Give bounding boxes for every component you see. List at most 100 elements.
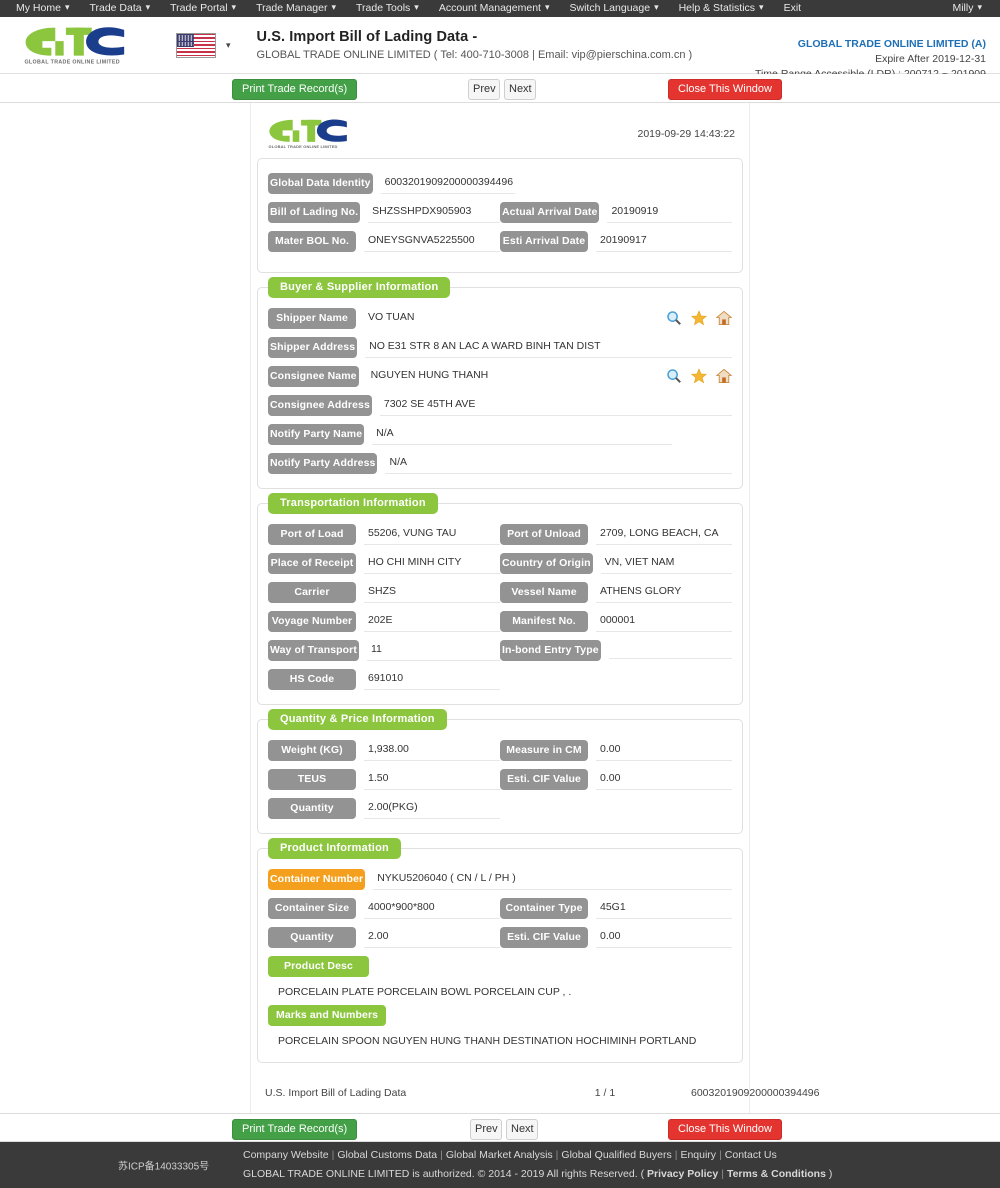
nav-item-switch-language[interactable]: Switch Language ▾ (560, 0, 669, 17)
field-label: HS Code (268, 669, 356, 690)
identity-row-gdi: Global Data Identity 6003201909200000394… (268, 173, 732, 194)
print-trade-records-button[interactable]: Print Trade Record(s) (232, 79, 358, 100)
field-carrier: Carrier SHZS (268, 582, 500, 603)
nav-item-trade-portal[interactable]: Trade Portal ▾ (160, 0, 246, 17)
identity-card: Global Data Identity 6003201909200000394… (257, 158, 743, 273)
footer-link-privacy-policy[interactable]: Privacy Policy (647, 1168, 718, 1180)
field-label: Quantity (268, 927, 356, 948)
field-label: Consignee Name (268, 366, 359, 387)
footer-links-block: Company Website | Global Customs Data | Glob… (243, 1146, 832, 1184)
nav-label: Switch Language (569, 2, 651, 14)
field-value: 20190919 (607, 202, 732, 223)
field-value: 45G1 (596, 898, 732, 919)
field-label: Esti. CIF Value (500, 927, 588, 948)
gto-logo[interactable]: GLOBAL TRADE ONLINE LIMITED (20, 24, 140, 66)
field-value: 7302 SE 45TH AVE (379, 395, 732, 416)
field-value: 4000*900*800 (364, 898, 500, 919)
page-subtitle: GLOBAL TRADE ONLINE LIMITED ( Tel: 400-7… (256, 49, 693, 61)
next-button-bottom[interactable]: Next (506, 1119, 538, 1140)
close-window-button[interactable]: Close This Window (668, 79, 782, 100)
chevron-down-icon: ▾ (231, 2, 237, 12)
field-label: Place of Receipt (268, 553, 356, 574)
home-icon[interactable] (716, 310, 732, 326)
star-icon[interactable] (691, 368, 707, 384)
chevron-down-icon[interactable]: ▾ (226, 40, 231, 51)
footer-separator: | (440, 1149, 443, 1161)
field-inbond-entry-type: In-bond Entry Type (500, 640, 732, 661)
next-button[interactable]: Next (504, 79, 536, 100)
nav-item-exit[interactable]: Exit (774, 0, 812, 17)
field-value: 000001 (596, 611, 732, 632)
nav-item-my-home[interactable]: My Home ▾ (6, 0, 79, 17)
account-name[interactable]: GLOBAL TRADE ONLINE LIMITED (A) (755, 37, 986, 52)
nav-item-trade-tools[interactable]: Trade Tools ▾ (346, 0, 429, 17)
product-desc-label-row: Product Desc (268, 956, 732, 977)
field-port-of-load: Port of Load 55206, VUNG TAU (268, 524, 500, 545)
footer-separator: | (331, 1149, 335, 1161)
footer-link-global-market-analysis[interactable]: Global Market Analysis (446, 1149, 553, 1161)
country-flag-selector[interactable]: ★★★★★★★★★★★★★★★★★★★★★★★★★★★★ ▾ (176, 32, 231, 58)
field-country-of-origin: Country of Origin VN, VIET NAM (500, 553, 732, 574)
footer-link-contact-us[interactable]: Contact Us (725, 1149, 777, 1161)
star-icon[interactable] (691, 310, 707, 326)
field-label: Container Number (268, 869, 366, 890)
flag-canton: ★★★★★★★★★★★★★★★★★★★★★★★★★★★★ (177, 33, 194, 47)
chevron-down-icon: ▾ (414, 2, 419, 12)
footer-link-global-qualified-buyers[interactable]: Global Qualified Buyers (561, 1149, 671, 1161)
nav-item-account-management[interactable]: Account Management ▾ (429, 0, 560, 17)
field-label: In-bond Entry Type (500, 640, 601, 661)
sheet-footer-page: 1 / 1 (594, 1087, 616, 1099)
field-value: VN, VIET NAM (600, 553, 732, 574)
chevron-down-icon: ▾ (331, 2, 336, 12)
footer-link-company-website[interactable]: Company Website (243, 1149, 329, 1161)
page-title: U.S. Import Bill of Lading Data - (256, 29, 478, 45)
footer-copyright-close: ) (828, 1168, 833, 1180)
action-bar-bottom: Print Trade Record(s) Prev Next Close Th… (0, 1113, 1000, 1142)
us-flag-icon[interactable]: ★★★★★★★★★★★★★★★★★★★★★★★★★★★★ (176, 32, 216, 58)
nav-item-trade-data[interactable]: Trade Data ▾ (79, 0, 160, 17)
transport-row-receipt-origin: Place of Receipt HO CHI MINH CITY Countr… (268, 553, 732, 574)
user-menu[interactable]: Milly ▾ (942, 0, 994, 17)
prev-button[interactable]: Prev (468, 79, 500, 100)
field-label: Carrier (268, 582, 356, 603)
print-trade-records-button-bottom[interactable]: Print Trade Record(s) (232, 1119, 358, 1140)
home-icon[interactable] (716, 368, 732, 384)
record-sheet: GLOBAL TRADE ONLINE LIMITED 2019-09-29 1… (250, 103, 819, 1113)
field-value: 6003201909200000394496 (380, 173, 516, 194)
nav-label: Exit (783, 2, 802, 14)
transportation-card: Transportation Information Port of Load … (257, 493, 743, 705)
footer-link-global-customs-data[interactable]: Global Customs Data (337, 1149, 437, 1161)
field-label: Container Type (500, 898, 588, 919)
field-label: Notify Party Address (268, 453, 378, 474)
field-value: N/A (385, 453, 732, 474)
field-label: Quantity (268, 798, 356, 819)
field-label: Country of Origin (500, 553, 593, 574)
marks-numbers-label-row: Marks and Numbers (268, 1005, 732, 1026)
section-title-buyer-supplier: Buyer & Supplier Information (268, 277, 451, 298)
footer-copyright-text: GLOBAL TRADE ONLINE LIMITED is authorize… (243, 1168, 645, 1180)
close-window-button-bottom[interactable]: Close This Window (668, 1119, 782, 1140)
field-weight-kg: Weight (KG) 1,938.00 (268, 740, 500, 761)
nav-item-trade-manager[interactable]: Trade Manager ▾ (246, 0, 346, 17)
field-actual-arrival-date: Actual Arrival Date 20190919 (500, 202, 732, 223)
field-notify-party-address: Notify Party Address N/A (268, 453, 732, 474)
footer-copyright-row: GLOBAL TRADE ONLINE LIMITED is authorize… (243, 1165, 832, 1184)
search-icon[interactable] (666, 310, 682, 326)
field-value: 0.00 (596, 740, 732, 761)
top-navigation-bar: My Home ▾ Trade Data ▾ Trade Portal ▾ Trade… (0, 0, 1000, 17)
product-row-size-type: Container Size 4000*900*800 Container Ty… (268, 898, 732, 919)
field-container-size: Container Size 4000*900*800 (268, 898, 500, 919)
search-icon[interactable] (666, 368, 682, 384)
footer-link-terms-conditions[interactable]: Terms & Conditions (727, 1168, 826, 1180)
buyer-supplier-card: Buyer & Supplier Information Shipper Nam… (257, 277, 743, 489)
chevron-down-icon: ▾ (544, 2, 550, 12)
qp-row-quantity: Quantity 2.00(PKG) (268, 798, 732, 819)
field-value: 2.00(PKG) (364, 798, 500, 819)
footer-link-enquiry[interactable]: Enquiry (680, 1149, 716, 1161)
prev-button-bottom[interactable]: Prev (470, 1119, 502, 1140)
field-label: Bill of Lading No. (268, 202, 361, 223)
field-container-number: Container Number NYKU5206040 ( CN / L / … (268, 869, 732, 890)
nav-item-help-statistics[interactable]: Help & Statistics ▾ (669, 0, 774, 17)
field-value: 1.50 (364, 769, 500, 790)
field-value: N/A (372, 424, 673, 445)
